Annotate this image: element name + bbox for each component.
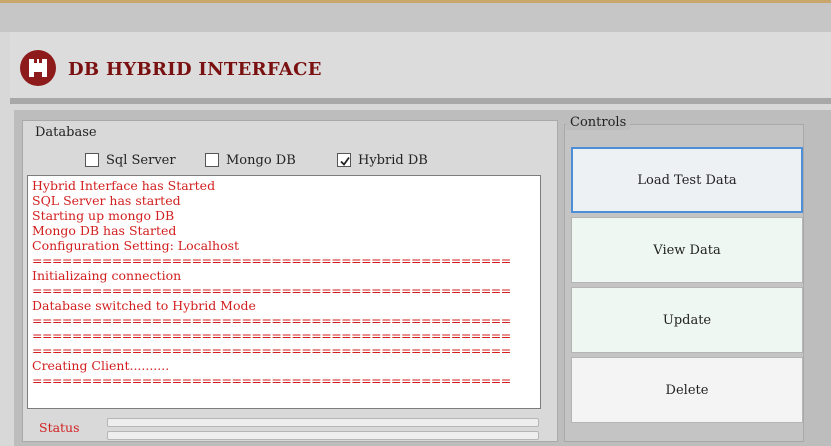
log-line: SQL Server has started: [32, 193, 181, 208]
load-test-data-button[interactable]: Load Test Data: [571, 147, 803, 213]
window-top-bar: [0, 0, 831, 32]
mongo-db-label: Mongo DB: [226, 152, 296, 168]
sql-server-label: Sql Server: [106, 152, 176, 168]
log-line: Hybrid Interface has Started: [32, 178, 216, 193]
log-separator: ========================================…: [32, 328, 511, 343]
status-label: Status: [39, 420, 80, 435]
log-output[interactable]: Hybrid Interface has Started SQL Server …: [27, 175, 541, 409]
log-separator: ========================================…: [32, 313, 511, 328]
log-separator: ========================================…: [32, 343, 511, 358]
hybrid-db-checkbox[interactable]: Hybrid DB: [337, 151, 428, 169]
log-separator: ========================================…: [32, 283, 511, 298]
log-line: Database switched to Hybrid Mode: [32, 298, 256, 313]
checkbox-unchecked-icon: [205, 153, 219, 167]
castle-logo-icon: [20, 50, 56, 86]
log-line: Initializaing connection: [32, 268, 182, 283]
checkbox-unchecked-icon: [85, 153, 99, 167]
sql-server-checkbox[interactable]: Sql Server: [85, 151, 176, 169]
controls-panel-label: Controls: [566, 115, 631, 130]
app-title: DB HYBRID INTERFACE: [68, 59, 322, 80]
delete-button[interactable]: Delete: [571, 357, 803, 423]
log-separator: ========================================…: [32, 253, 511, 268]
update-button[interactable]: Update: [571, 287, 803, 353]
log-line: Mongo DB has Started: [32, 223, 177, 238]
log-line: Starting up mongo DB: [32, 208, 175, 223]
mongo-db-checkbox[interactable]: Mongo DB: [205, 151, 296, 169]
database-panel: Database Sql Server Mongo DB Hybrid DB H…: [22, 120, 558, 442]
database-options: Sql Server Mongo DB Hybrid DB: [23, 151, 559, 171]
log-separator: ========================================…: [32, 373, 511, 388]
database-panel-label: Database: [35, 125, 97, 140]
status-bar-bottom: [107, 431, 539, 440]
log-line: Configuration Setting: Localhost: [32, 238, 240, 253]
log-line: Creating Client..........: [32, 358, 170, 373]
hybrid-db-label: Hybrid DB: [358, 152, 428, 168]
view-data-button[interactable]: View Data: [571, 217, 803, 283]
app-header: DB HYBRID INTERFACE: [10, 32, 831, 104]
status-bar-top: [107, 418, 539, 427]
main-area: Database Sql Server Mongo DB Hybrid DB H…: [14, 110, 831, 446]
checkbox-checked-icon: [337, 153, 351, 167]
